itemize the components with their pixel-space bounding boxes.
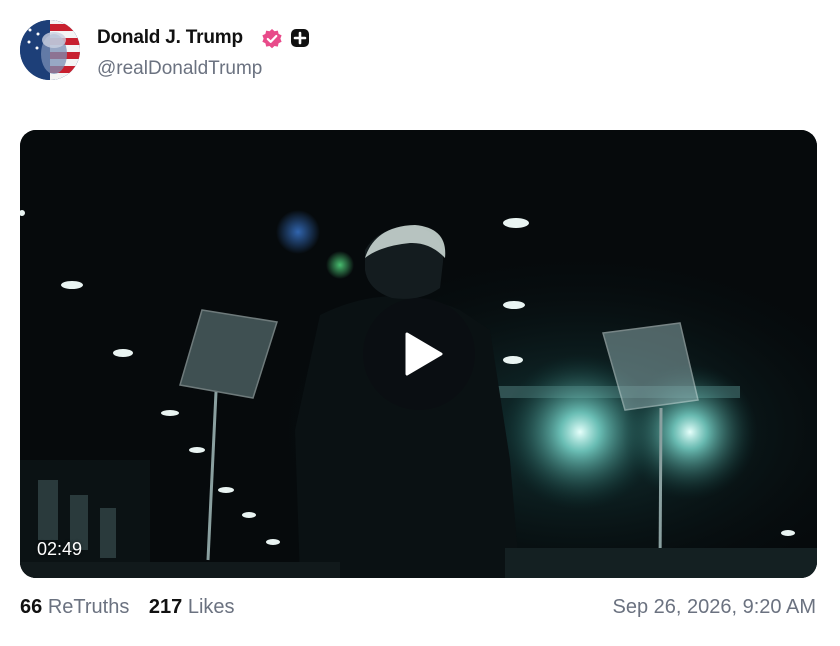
play-icon [405,332,443,376]
video-player[interactable]: 02:49 [20,130,817,578]
retruths-stat[interactable]: 66 ReTruths [20,596,129,618]
retruths-label: ReTruths [47,596,130,618]
post-stats: 66 ReTruths 217 Likes [20,596,249,619]
post-timestamp[interactable]: Sep 26, 2026, 9:20 AM [613,596,817,619]
author-handle[interactable]: @realDonaldTrump [97,58,262,80]
author-avatar[interactable] [20,20,80,80]
likes-label: Likes [187,596,235,618]
likes-stat[interactable]: 217 Likes [149,596,235,618]
likes-count: 217 [148,596,183,618]
author-display-name[interactable]: Donald J. Trump [97,27,243,49]
play-button[interactable] [363,298,475,410]
retruths-count: 66 [20,596,43,618]
plus-badge-icon [291,29,309,47]
video-duration: 02:49 [37,539,83,559]
verified-badge-icon [262,29,282,49]
avatar-image [20,20,80,80]
